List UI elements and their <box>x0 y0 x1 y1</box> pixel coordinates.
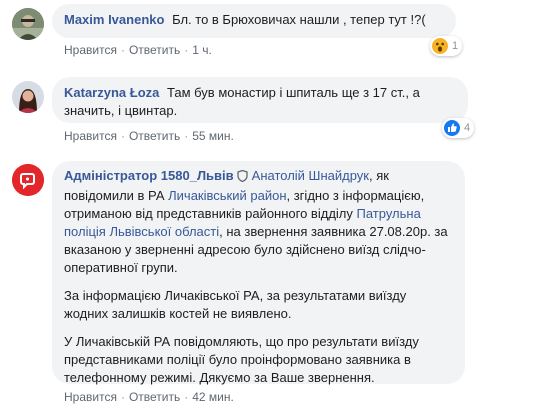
user-photo-icon <box>12 81 44 113</box>
reaction-number: 1 <box>452 40 459 52</box>
verified-shield-icon <box>237 169 248 187</box>
comment-time[interactable]: 42 мин. <box>192 390 234 404</box>
comment-bubble: Katarzyna Łoza Там був монастир і шпитал… <box>52 77 468 123</box>
user-photo-icon <box>12 8 44 40</box>
reply-link[interactable]: Ответить <box>129 129 180 143</box>
comment-bubble: Maxim Ivanenko Бл. то в Брюховичах нашли… <box>52 4 456 38</box>
like-reaction-icon <box>444 120 460 136</box>
like-link[interactable]: Нравится <box>64 129 117 143</box>
comment-bubble: Адміністратор 1580_Львів Анатолій Шнайдру… <box>52 161 465 385</box>
comment-time[interactable]: 55 мин. <box>192 129 234 143</box>
admin-avatar[interactable] <box>12 164 44 196</box>
comment-text: Бл. то в Брюховичах нашли , тепер тут !?… <box>172 12 426 27</box>
comment-author[interactable]: Maxim Ivanenko <box>64 12 164 27</box>
reaction-count[interactable]: 1 <box>430 36 463 56</box>
reaction-number: 4 <box>464 122 471 134</box>
location-link[interactable]: Личаківський район <box>168 188 286 203</box>
comment-actions: Нравится · Ответить · 55 мин. <box>64 129 234 143</box>
like-link[interactable]: Нравится <box>64 43 117 57</box>
mention-link[interactable]: Анатолій Шнайдрук <box>252 168 369 183</box>
avatar[interactable] <box>12 81 44 113</box>
like-link[interactable]: Нравится <box>64 390 117 404</box>
wow-reaction-icon <box>432 38 448 54</box>
comment-author[interactable]: Katarzyna Łoza <box>64 85 159 100</box>
reaction-count[interactable]: 4 <box>442 118 475 138</box>
comment-actions: Нравится · Ответить · 42 мин. <box>64 390 234 404</box>
reply-link[interactable]: Ответить <box>129 390 180 404</box>
comment-author[interactable]: Адміністратор 1580_Львів <box>64 168 234 183</box>
comment-paragraph-1: Адміністратор 1580_Львів Анатолій Шнайдру… <box>64 167 453 277</box>
comment-paragraph-3: У Личаківській РА повідомляють, що про р… <box>64 334 419 385</box>
comment-time[interactable]: 1 ч. <box>192 43 212 57</box>
page-logo-icon <box>12 164 44 196</box>
comment-actions: Нравится · Ответить · 1 ч. <box>64 43 212 57</box>
comment-paragraph-2: За інформацією Личаківської РА, за резул… <box>64 288 407 321</box>
avatar[interactable] <box>12 8 44 40</box>
reply-link[interactable]: Ответить <box>129 43 180 57</box>
